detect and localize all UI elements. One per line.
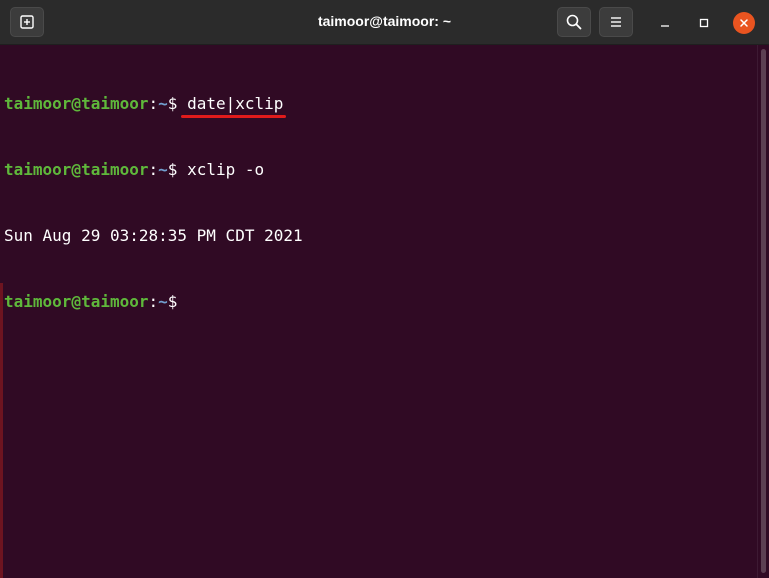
prompt-path: ~ bbox=[158, 160, 168, 179]
terminal-window: taimoor@taimoor: ~ taimoor@taimoor:~$ da… bbox=[0, 0, 769, 578]
prompt-path: ~ bbox=[158, 292, 168, 311]
prompt-user: taimoor@taimoor bbox=[4, 94, 149, 113]
prompt-path: ~ bbox=[158, 94, 168, 113]
vertical-scrollbar[interactable] bbox=[757, 45, 769, 578]
command-date-xclip: date|xclip bbox=[181, 93, 287, 118]
prompt-colon: : bbox=[148, 94, 159, 113]
prompt-colon: : bbox=[148, 292, 159, 311]
terminal-line: Sun Aug 29 03:28:35 PM CDT 2021 bbox=[4, 225, 757, 247]
maximize-button[interactable] bbox=[693, 12, 715, 34]
command-text: date|xclip bbox=[187, 94, 284, 113]
terminal-line: taimoor@taimoor:~$ date|xclip bbox=[4, 93, 757, 118]
terminal-line: taimoor@taimoor:~$ xclip -o bbox=[4, 159, 757, 181]
search-icon bbox=[566, 14, 582, 30]
background-window-edge bbox=[0, 283, 3, 578]
close-icon bbox=[740, 19, 748, 27]
red-underline-annotation bbox=[181, 115, 287, 118]
minimize-icon bbox=[661, 25, 669, 27]
menu-button[interactable] bbox=[599, 7, 633, 37]
prompt-user: taimoor@taimoor bbox=[4, 160, 149, 179]
prompt-dollar: $ bbox=[167, 94, 178, 113]
scrollbar-thumb[interactable] bbox=[761, 49, 766, 573]
prompt-colon: : bbox=[148, 160, 159, 179]
command-output: Sun Aug 29 03:28:35 PM CDT 2021 bbox=[4, 226, 303, 245]
command-xclip-output: xclip -o bbox=[187, 160, 265, 179]
search-button[interactable] bbox=[557, 7, 591, 37]
terminal-line: taimoor@taimoor:~$ bbox=[4, 291, 757, 313]
maximize-icon bbox=[699, 18, 709, 28]
minimize-button[interactable] bbox=[654, 12, 676, 34]
close-button[interactable] bbox=[733, 12, 755, 34]
title-bar: taimoor@taimoor: ~ bbox=[0, 0, 769, 45]
prompt-dollar: $ bbox=[167, 160, 178, 179]
hamburger-menu-icon bbox=[611, 17, 621, 27]
prompt-user: taimoor@taimoor bbox=[4, 292, 149, 311]
prompt-dollar: $ bbox=[167, 292, 178, 311]
terminal-output-area[interactable]: taimoor@taimoor:~$ date|xclip taimoor@ta… bbox=[0, 45, 757, 578]
